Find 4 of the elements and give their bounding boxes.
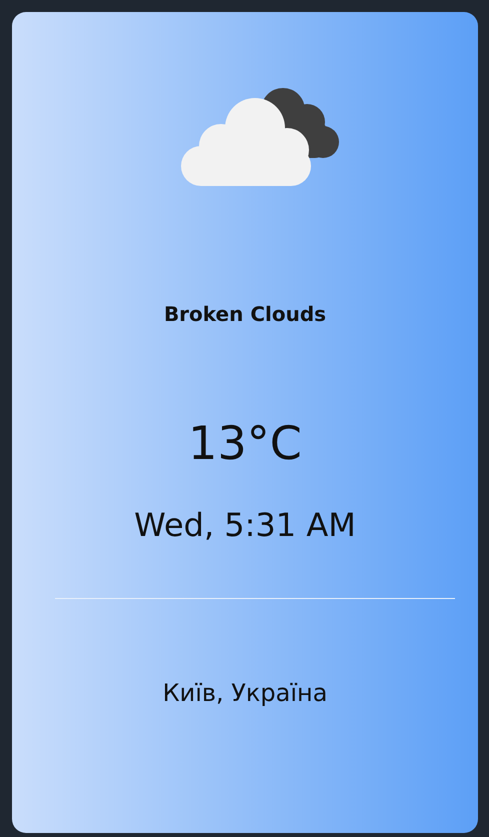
date-time: Wed, 5:31 AM — [134, 506, 356, 544]
weather-condition: Broken Clouds — [164, 302, 326, 326]
temperature: 13°C — [188, 416, 302, 470]
location: Київ, Україна — [162, 679, 328, 707]
